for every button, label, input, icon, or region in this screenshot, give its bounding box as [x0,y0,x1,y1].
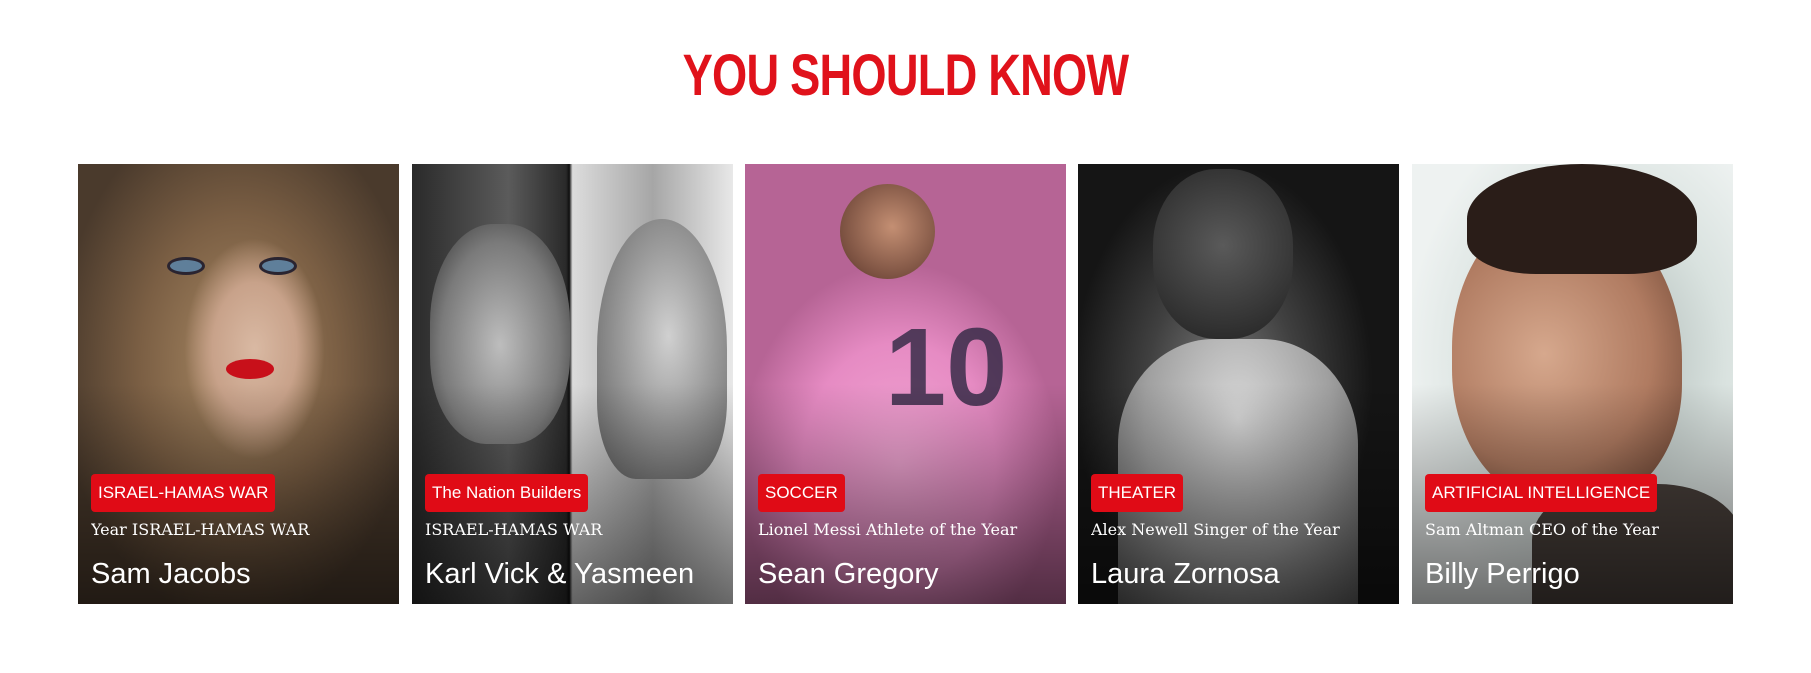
photo-detail [1467,164,1697,274]
photo-detail [262,260,294,272]
card-subtitle: Alex Newell Singer of the Year [1091,520,1340,539]
story-card[interactable]: The Nation Builders ISRAEL-HAMAS WAR Kar… [412,164,733,604]
story-card[interactable]: THEATER Alex Newell Singer of the Year L… [1078,164,1399,604]
photo-detail [226,359,274,379]
card-author[interactable]: Karl Vick & Yasmeen [425,554,694,594]
card-author[interactable]: Laura Zornosa [1091,554,1280,594]
card-subtitle: Year ISRAEL-HAMAS WAR [91,520,310,539]
card-subtitle: Sam Altman CEO of the Year [1425,520,1659,539]
card-author[interactable]: Billy Perrigo [1425,554,1580,594]
section-title: YOU SHOULD KNOW [682,43,1130,108]
card-subtitle: Lionel Messi Athlete of the Year [758,520,1018,539]
card-subtitle: ISRAEL-HAMAS WAR [425,520,603,539]
photo-detail [1153,169,1293,339]
category-tag[interactable]: ISRAEL-HAMAS WAR [91,474,276,512]
story-card[interactable]: ISRAEL-HAMAS WAR Year ISRAEL-HAMAS WAR S… [78,164,399,604]
story-card[interactable]: 10 SOCCER Lionel Messi Athlete of the Ye… [745,164,1066,604]
card-author[interactable]: Sam Jacobs [91,554,251,594]
category-tag[interactable]: ARTIFICIAL INTELLIGENCE [1425,474,1658,512]
photo-detail [170,260,202,272]
story-card-list: ISRAEL-HAMAS WAR Year ISRAEL-HAMAS WAR S… [78,164,1733,604]
you-should-know-section: YOU SHOULD KNOW ISRAEL-HAMAS WAR Year IS… [0,0,1811,673]
category-tag[interactable]: THEATER [1091,474,1184,512]
story-card[interactable]: ARTIFICIAL INTELLIGENCE Sam Altman CEO o… [1412,164,1733,604]
photo-detail [840,184,935,279]
card-author[interactable]: Sean Gregory [758,554,939,594]
category-tag[interactable]: The Nation Builders [425,474,589,512]
category-tag[interactable]: SOCCER [758,474,845,512]
